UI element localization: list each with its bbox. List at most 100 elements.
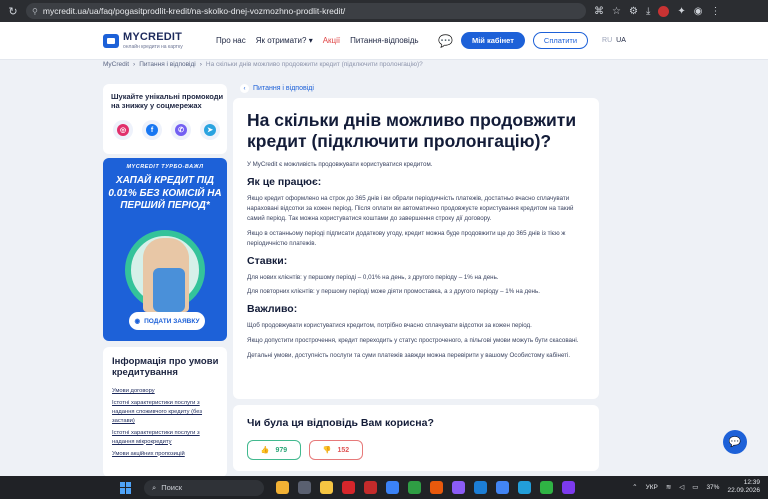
chevron-down-icon: ▾ bbox=[308, 36, 313, 45]
site-header: MYCREDIT онлайн кредити на картку Про на… bbox=[0, 22, 768, 60]
bookmark-star-icon[interactable]: ☆ bbox=[612, 6, 621, 17]
cabinet-button[interactable]: Мій кабінет bbox=[460, 32, 525, 49]
menu-item-how[interactable]: Як отримати? ▾ bbox=[256, 36, 313, 45]
battery-percent: 37% bbox=[706, 483, 720, 491]
clock[interactable]: 12:39 22.09.2026 bbox=[727, 479, 760, 496]
app-green-icon[interactable] bbox=[540, 481, 553, 494]
reload-icon[interactable]: ↻ bbox=[6, 5, 20, 18]
taskbar-search[interactable]: ⌕ Поиск bbox=[144, 479, 264, 496]
paragraph: Для повторних клієнтів: у першому період… bbox=[247, 288, 540, 296]
chat-icon[interactable]: 💬 bbox=[438, 34, 453, 48]
chrome-icon[interactable] bbox=[496, 481, 509, 494]
breadcrumb-home[interactable]: MyCredit bbox=[103, 61, 129, 68]
heading-important: Важливо: bbox=[247, 303, 298, 316]
telegram-icon[interactable]: ➤ bbox=[200, 120, 220, 140]
translate-icon[interactable]: ⌘ bbox=[594, 6, 604, 17]
paragraph: Якщо в останньому періоді підписати дода… bbox=[247, 229, 566, 247]
breadcrumb-faq[interactable]: Питання і відповіді bbox=[139, 61, 196, 68]
info-link[interactable]: Умови договору bbox=[112, 387, 221, 396]
extension-badge-icon[interactable] bbox=[658, 5, 670, 17]
file-explorer-icon[interactable] bbox=[320, 481, 333, 494]
facebook-icon[interactable]: f bbox=[142, 120, 162, 140]
app-icon[interactable] bbox=[452, 481, 465, 494]
info-title: Інформація про умови кредитування bbox=[112, 356, 219, 379]
main-menu: Про нас Як отримати? ▾ Акції Питання-від… bbox=[216, 36, 419, 45]
browser-toolbar: ↻ ⚲ mycredit.ua/ua/faq/pogasitprodlit-kr… bbox=[0, 0, 768, 22]
feedback-question: Чи була ця відповідь Вам корисна? bbox=[247, 417, 434, 429]
keyboard-language[interactable]: УКР bbox=[646, 484, 658, 491]
heading-how: Як це працює: bbox=[247, 175, 322, 188]
copilot-icon[interactable] bbox=[386, 481, 399, 494]
thumbs-down-icon: 👎 bbox=[322, 447, 332, 454]
paragraph: Якщо кредит оформлено на строк до 365 дн… bbox=[247, 194, 574, 222]
office-icon[interactable] bbox=[430, 481, 443, 494]
menu-item-promos[interactable]: Акції bbox=[323, 36, 340, 45]
wifi-icon[interactable]: ≋ bbox=[666, 483, 671, 491]
dislike-button[interactable]: 👎 152 bbox=[309, 440, 363, 460]
search-icon: ⌕ bbox=[152, 482, 157, 492]
promo-tagline: MYCREDIT ТУРБО-ВАЖЛ bbox=[126, 164, 204, 170]
chat-bubble-icon: 💬 bbox=[728, 436, 742, 448]
social-card: Шукайте унікальні промокоди на знижку у … bbox=[103, 84, 227, 154]
widgets-icon[interactable] bbox=[276, 481, 289, 494]
article: На скільки днів можливо продовжити креди… bbox=[233, 98, 599, 399]
apply-icon: ◉ bbox=[134, 318, 141, 325]
instagram-icon[interactable]: ◎ bbox=[113, 120, 133, 140]
page-title: На скільки днів можливо продовжити креди… bbox=[247, 110, 577, 151]
logo-text: MYCREDIT bbox=[123, 31, 183, 43]
back-link[interactable]: ‹ Питання і відповіді bbox=[240, 84, 314, 93]
paragraph: Для нових клієнтів: у першому періоді – … bbox=[247, 273, 499, 281]
puzzle-icon[interactable]: ✦ bbox=[677, 6, 685, 17]
battery-icon[interactable]: ▭ bbox=[692, 483, 698, 491]
paragraph: Якщо допустити прострочення, кредит пере… bbox=[247, 337, 579, 345]
like-count: 979 bbox=[275, 446, 288, 454]
info-link[interactable]: Умови акційних пропозицій bbox=[112, 450, 221, 459]
extension-icon[interactable]: ⚙ bbox=[629, 6, 638, 17]
dislike-count: 152 bbox=[337, 446, 350, 454]
promo-banner[interactable]: MYCREDIT ТУРБО-ВАЖЛ ХАПАЙ КРЕДИТ ПІД 0.0… bbox=[103, 158, 227, 341]
download-icon[interactable]: ⤓ bbox=[646, 6, 650, 17]
system-tray: ⌃ УКР ≋ ◁ ▭ 37% 12:39 22.09.2026 bbox=[632, 479, 760, 496]
support-chat-button[interactable]: 💬 bbox=[723, 430, 747, 454]
pay-button[interactable]: Сплатити bbox=[532, 32, 589, 49]
menu-item-about[interactable]: Про нас bbox=[216, 36, 246, 45]
taskbar: ⌕ Поиск ⌃ УКР ≋ ◁ ▭ 37% 12:39 22.09.2026 bbox=[0, 476, 768, 499]
windows-start-icon[interactable] bbox=[120, 481, 132, 494]
viber-icon[interactable]: ✆ bbox=[171, 120, 191, 140]
telegram-taskbar-icon[interactable] bbox=[518, 481, 531, 494]
menu-icon[interactable]: ⋮ bbox=[710, 6, 720, 17]
site-info-icon[interactable]: ⚲ bbox=[32, 7, 38, 16]
logo-subtitle: онлайн кредити на картку bbox=[123, 44, 183, 50]
address-bar[interactable]: ⚲ mycredit.ua/ua/faq/pogasitprodlit-kred… bbox=[26, 3, 586, 19]
dropbox-icon[interactable] bbox=[474, 481, 487, 494]
menu-item-faq[interactable]: Питання-відповідь bbox=[350, 36, 418, 45]
url-text: mycredit.ua/ua/faq/pogasitprodlit-kredit… bbox=[42, 6, 346, 16]
social-title: Шукайте унікальні промокоди на знижку у … bbox=[111, 92, 224, 110]
intro-text: У MyCredit є можливість продовжувати кор… bbox=[247, 161, 433, 168]
credit-info-card: Інформація про умови кредитування Умови … bbox=[103, 347, 227, 477]
edge-icon[interactable] bbox=[408, 481, 421, 494]
opera-icon[interactable] bbox=[342, 481, 355, 494]
paragraph: Детальні умови, доступність послуги та с… bbox=[247, 352, 571, 360]
arrow-left-icon: ‹ bbox=[240, 84, 249, 93]
logo[interactable]: MYCREDIT онлайн кредити на картку bbox=[103, 31, 183, 50]
feedback-card: Чи була ця відповідь Вам корисна? 👍 979 … bbox=[233, 405, 599, 471]
tray-chevron-icon[interactable]: ⌃ bbox=[632, 483, 637, 491]
app-l-icon[interactable] bbox=[364, 481, 377, 494]
info-link[interactable]: Істотні характеристики послуги з надання… bbox=[112, 429, 221, 447]
chevron-right-icon: › bbox=[133, 61, 136, 68]
paragraph: Щоб продовжувати користуватися кредитом,… bbox=[247, 322, 532, 330]
breadcrumb: MyCredit › Питання і відповіді › На скіл… bbox=[103, 61, 423, 68]
viber-taskbar-icon[interactable] bbox=[562, 481, 575, 494]
like-button[interactable]: 👍 979 bbox=[247, 440, 301, 460]
info-link[interactable]: Істотні характеристики послуги з надання… bbox=[112, 399, 221, 426]
promo-person-shirt bbox=[153, 268, 185, 312]
logo-icon bbox=[103, 33, 119, 48]
volume-icon[interactable]: ◁ bbox=[679, 483, 684, 491]
breadcrumb-current: На скільки днів можливо продовжити креди… bbox=[205, 61, 423, 68]
promo-title: ХАПАЙ КРЕДИТ ПІД 0.01% БЕЗ КОМІСІЙ НА ПЕ… bbox=[108, 175, 222, 211]
profile-icon[interactable]: ◉ bbox=[694, 6, 703, 17]
task-view-icon[interactable] bbox=[298, 481, 311, 494]
language-switch[interactable]: RU UA bbox=[602, 37, 626, 44]
apply-button[interactable]: ◉ ПОДАТИ ЗАЯВКУ bbox=[129, 312, 205, 330]
